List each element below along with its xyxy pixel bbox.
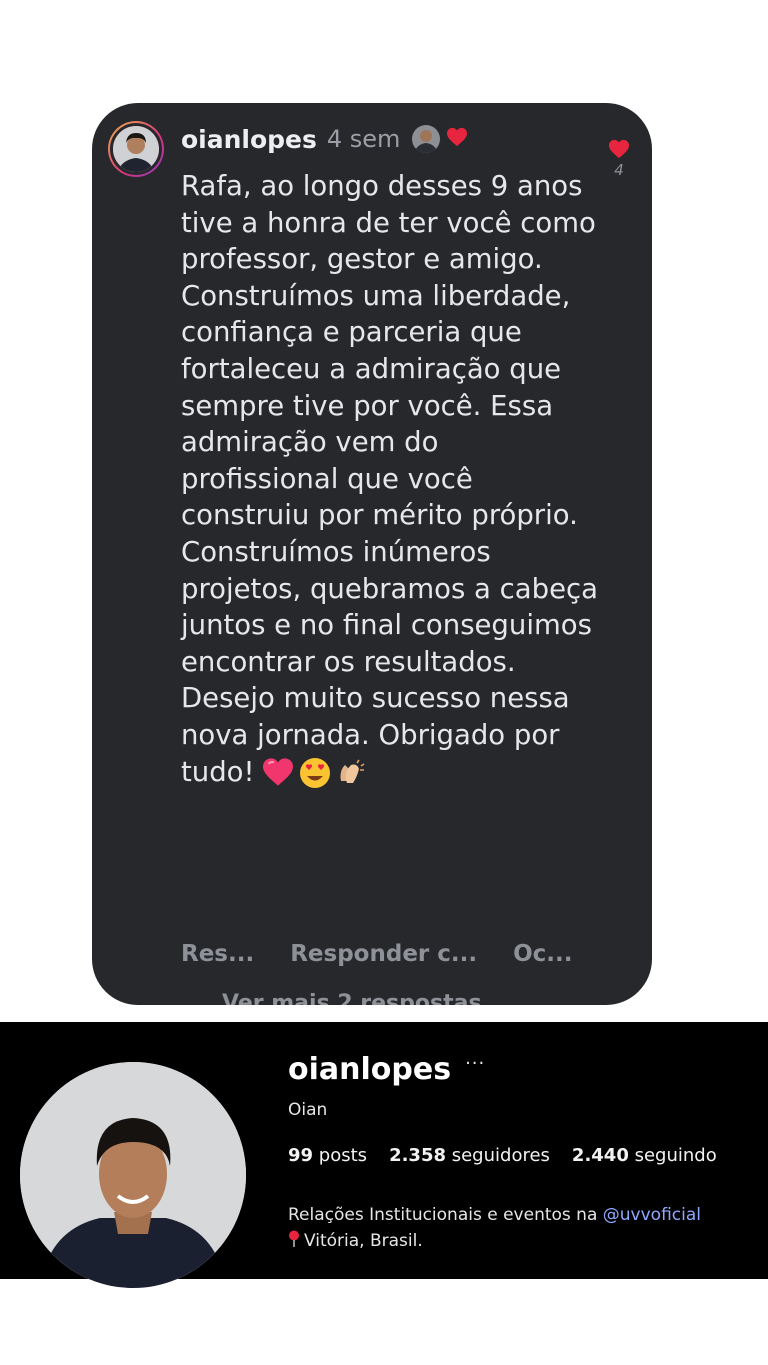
hide-button[interactable]: Oc...: [513, 941, 572, 967]
profile-stats: 99 posts 2.358 seguidores 2.440 seguindo: [288, 1145, 717, 1166]
posts-count: 99: [288, 1145, 314, 1166]
profile-username-row: oianlopes ···: [288, 1052, 485, 1087]
location-pin-icon: [289, 1230, 299, 1247]
profile-username[interactable]: oianlopes: [288, 1052, 451, 1087]
profile-header: oianlopes ··· Oian 99 posts 2.358 seguid…: [0, 1022, 768, 1288]
reply-with-button[interactable]: Responder c...: [290, 941, 477, 967]
location-line: Vitória, Brasil.: [288, 1228, 701, 1254]
commenter-avatar[interactable]: [108, 121, 164, 177]
posts-stat[interactable]: 99 posts: [288, 1145, 367, 1166]
heart-emoji: [262, 757, 293, 786]
comment-username[interactable]: oianlopes: [181, 125, 317, 154]
comment-time: 4 sem: [326, 125, 401, 153]
comment-text: Rafa, ao longo desses 9 anos tive a honr…: [181, 168, 601, 790]
heart-icon: [447, 127, 468, 147]
like-count: 4: [614, 161, 624, 179]
comment-like[interactable]: 4: [608, 139, 630, 179]
view-more-replies[interactable]: Ver mais 2 respostas: [222, 991, 482, 1005]
clapping-hands-emoji: [340, 759, 364, 783]
profile-avatar[interactable]: [20, 1062, 246, 1288]
following-stat[interactable]: 2.440 seguindo: [572, 1145, 717, 1166]
profile-bio: Relações Institucionais e eventos na @uv…: [288, 1202, 701, 1254]
posts-label: posts: [318, 1145, 368, 1166]
reply-button[interactable]: Res...: [181, 941, 254, 967]
heart-icon[interactable]: [608, 139, 630, 159]
heart-eyes-emoji: [299, 757, 330, 788]
comment-header: oianlopes 4 sem: [181, 123, 470, 155]
comment-actions: Res... Responder c... Oc...: [181, 941, 573, 967]
profile-display-name: Oian: [288, 1100, 328, 1120]
comment-card: oianlopes 4 sem Rafa, ao longo desses 9 …: [92, 103, 652, 1005]
author-mini-avatar: [410, 123, 443, 155]
followers-label: seguidores: [451, 1145, 550, 1166]
profile-location: Vitória, Brasil.: [304, 1231, 423, 1251]
followers-count: 2.358: [389, 1145, 446, 1166]
followers-stat[interactable]: 2.358 seguidores: [389, 1145, 550, 1166]
comment-body: Rafa, ao longo desses 9 anos tive a honr…: [181, 170, 598, 788]
comment-emojis: [261, 757, 367, 789]
following-count: 2.440: [571, 1145, 629, 1166]
more-options-icon[interactable]: ···: [465, 1053, 485, 1074]
bio-mention-link[interactable]: @uvvoficial: [603, 1205, 701, 1225]
author-liked-indicator: [410, 123, 470, 155]
bio-line: Relações Institucionais e eventos na @uv…: [288, 1202, 701, 1228]
following-label: seguindo: [634, 1145, 717, 1166]
bio-text: Relações Institucionais e eventos na: [288, 1205, 598, 1225]
